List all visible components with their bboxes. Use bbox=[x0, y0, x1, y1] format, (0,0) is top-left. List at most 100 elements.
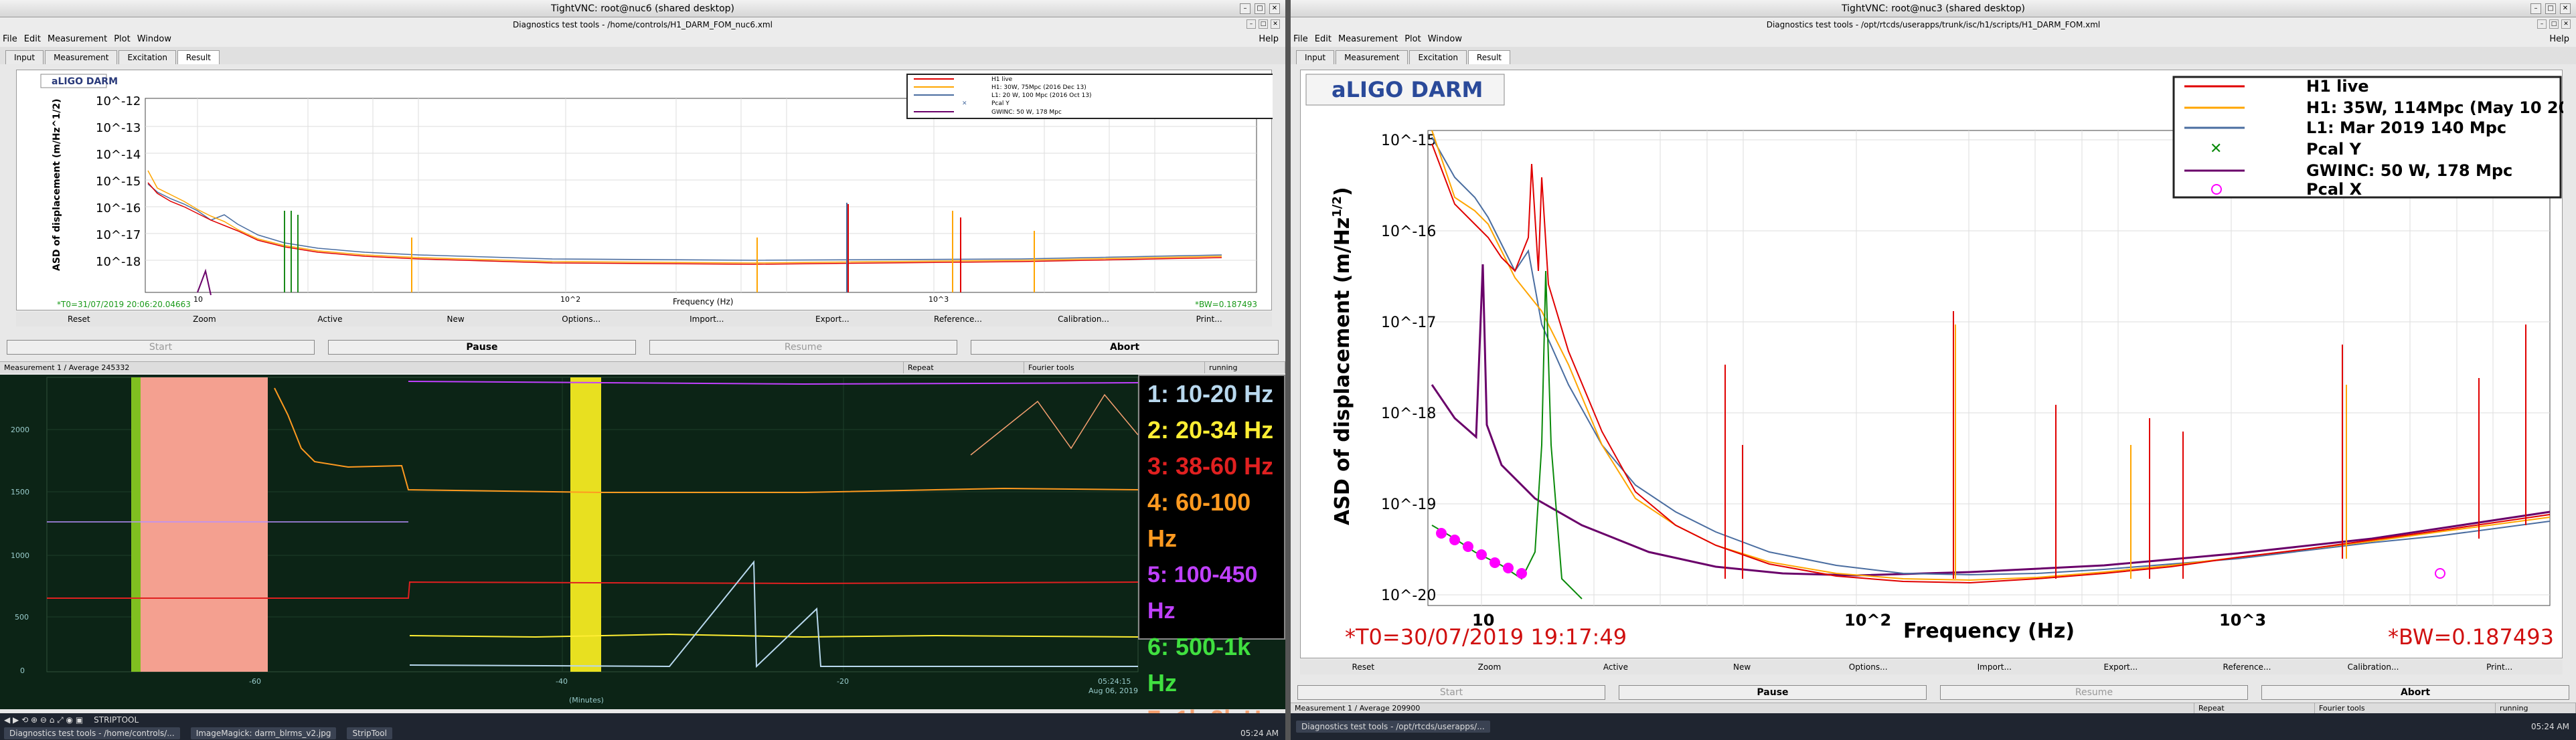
start-button[interactable]: Start bbox=[1297, 685, 1605, 700]
svg-text:✕: ✕ bbox=[962, 100, 967, 107]
axes-frame bbox=[145, 98, 1257, 293]
ytick-label: 10^-18 bbox=[96, 255, 141, 269]
right-asd-plot[interactable]: aLIGO DARM 10^-15 10^-16 10^-17 10^-18 1… bbox=[1300, 70, 2576, 658]
legend-h1-ref: H1: 30W, 75Mpc (2016 Dec 13) bbox=[991, 84, 1086, 91]
strip-xtick: -20 bbox=[837, 677, 849, 686]
close-icon[interactable]: ✕ bbox=[2560, 3, 2571, 14]
minimize-icon[interactable]: – bbox=[2537, 19, 2547, 29]
legend-pcal-y: Pcal Y bbox=[991, 100, 1010, 107]
menu-window[interactable]: Window bbox=[1428, 32, 1462, 47]
maximize-icon[interactable]: □ bbox=[1259, 19, 1268, 29]
strip-yticks: 2000 1500 1000 500 0 bbox=[11, 426, 29, 675]
right-vnc-title: TightVNC: root@nuc3 (shared desktop) bbox=[1841, 3, 2026, 14]
strip-date: Aug 06, 2019 bbox=[1089, 686, 1138, 695]
taskbar-item-diag[interactable]: Diagnostics test tools - /home/controls/… bbox=[4, 727, 180, 739]
new-button[interactable]: New bbox=[393, 312, 519, 327]
plot-badge: aLIGO DARM bbox=[52, 76, 118, 87]
menu-plot[interactable]: Plot bbox=[1404, 32, 1421, 47]
tab-result[interactable]: Result bbox=[1467, 50, 1510, 64]
print-button[interactable]: Print... bbox=[1146, 312, 1272, 327]
export-button[interactable]: Export... bbox=[2058, 660, 2184, 674]
right-plot-buttons: Reset Zoom Active New Options... Import.… bbox=[1300, 660, 2563, 674]
options-button[interactable]: Options... bbox=[518, 312, 644, 327]
minimize-icon[interactable]: – bbox=[2530, 3, 2541, 14]
reference-button[interactable]: Reference... bbox=[895, 312, 1021, 327]
maximize-icon[interactable]: □ bbox=[1255, 3, 1265, 14]
pause-button[interactable]: Pause bbox=[1619, 685, 1927, 700]
menu-file[interactable]: File bbox=[1293, 32, 1308, 47]
tab-input[interactable]: Input bbox=[1296, 50, 1335, 64]
xtick-label: 10^3 bbox=[2219, 611, 2266, 630]
tab-result[interactable]: Result bbox=[177, 50, 220, 64]
taskbar-item-striptool[interactable]: StripTool bbox=[347, 727, 392, 739]
strip-ytick: 1000 bbox=[11, 551, 29, 560]
export-button[interactable]: Export... bbox=[770, 312, 896, 327]
menu-edit[interactable]: Edit bbox=[1315, 32, 1332, 47]
tab-measurement[interactable]: Measurement bbox=[1336, 50, 1408, 64]
import-button[interactable]: Import... bbox=[1931, 660, 2058, 674]
right-app-titlebar: Diagnostics test tools - /opt/rtcds/user… bbox=[1291, 17, 2576, 32]
menu-help[interactable]: Help bbox=[2549, 32, 2569, 47]
zoom-button[interactable]: Zoom bbox=[1427, 660, 1553, 674]
taskbar-item-diag[interactable]: Diagnostics test tools - /opt/rtcds/user… bbox=[1296, 721, 1490, 733]
menu-plot[interactable]: Plot bbox=[114, 32, 131, 47]
close-icon[interactable]: ✕ bbox=[1271, 19, 1280, 29]
taskbar-item-imagemagick[interactable]: ImageMagick: darm_blrms_v2.jpg bbox=[190, 727, 337, 739]
maximize-icon[interactable]: □ bbox=[2549, 19, 2559, 29]
close-icon[interactable]: ✕ bbox=[1269, 3, 1280, 14]
status-fourier: Fourier tools bbox=[1024, 362, 1205, 373]
minimize-icon[interactable]: – bbox=[1240, 3, 1251, 14]
tab-measurement[interactable]: Measurement bbox=[45, 50, 118, 64]
calibration-button[interactable]: Calibration... bbox=[1021, 312, 1147, 327]
minimize-icon[interactable]: – bbox=[1246, 19, 1256, 29]
abort-button[interactable]: Abort bbox=[2261, 685, 2569, 700]
reference-button[interactable]: Reference... bbox=[2184, 660, 2310, 674]
left-xlabel: Frequency (Hz) bbox=[673, 297, 734, 306]
calibration-button[interactable]: Calibration... bbox=[2310, 660, 2437, 674]
left-asd-plot[interactable]: aLIGO DARM 10^-12 10^-13 10^-14 10^-15 1… bbox=[16, 70, 1275, 310]
menu-window[interactable]: Window bbox=[137, 32, 171, 47]
close-icon[interactable]: ✕ bbox=[2561, 19, 2571, 29]
right-taskbar: Diagnostics test tools - /opt/rtcds/user… bbox=[1291, 713, 2576, 740]
menu-measurement[interactable]: Measurement bbox=[1338, 32, 1398, 47]
new-button[interactable]: New bbox=[1679, 660, 1805, 674]
abort-button[interactable]: Abort bbox=[971, 340, 1279, 355]
pause-button[interactable]: Pause bbox=[328, 340, 636, 355]
resume-button[interactable]: Resume bbox=[1940, 685, 2248, 700]
axes-frame bbox=[1427, 130, 2551, 606]
active-button[interactable]: Active bbox=[1552, 660, 1679, 674]
zoom-button[interactable]: Zoom bbox=[142, 312, 268, 327]
menu-measurement[interactable]: Measurement bbox=[48, 32, 107, 47]
striptool-plot[interactable]: 2000 1500 1000 500 0 -60 -40 -20 (Minute… bbox=[0, 375, 1285, 709]
taskbar-row: Diagnostics test tools - /home/controls/… bbox=[0, 727, 1285, 740]
strip-nav-icons[interactable]: ◀ ▶ ⟲ ⊕ ⊖ ⌂ ⤢ ◉ ▣ bbox=[4, 715, 83, 725]
status-repeat: Repeat bbox=[2194, 703, 2315, 713]
active-button[interactable]: Active bbox=[267, 312, 393, 327]
tab-excitation[interactable]: Excitation bbox=[118, 50, 176, 64]
print-button[interactable]: Print... bbox=[2436, 660, 2563, 674]
tab-input[interactable]: Input bbox=[5, 50, 44, 64]
strip-band-yellow bbox=[570, 377, 601, 672]
options-button[interactable]: Options... bbox=[1805, 660, 1931, 674]
ytick-label: 10^-20 bbox=[1381, 587, 1436, 604]
menu-help[interactable]: Help bbox=[1259, 32, 1279, 47]
reset-button[interactable]: Reset bbox=[16, 312, 142, 327]
strip-xtick: -60 bbox=[249, 677, 261, 686]
menu-file[interactable]: File bbox=[3, 32, 17, 47]
left-app-title: Diagnostics test tools - /home/controls/… bbox=[513, 20, 773, 29]
status-repeat: Repeat bbox=[904, 362, 1024, 373]
right-run-controls: Start Pause Resume Abort bbox=[1291, 685, 2576, 700]
maximize-icon[interactable]: □ bbox=[2545, 3, 2556, 14]
menu-edit[interactable]: Edit bbox=[24, 32, 41, 47]
ytick-label: 10^-16 bbox=[1381, 223, 1436, 240]
right-bw: *BW=0.187493 bbox=[2388, 624, 2554, 650]
tab-excitation[interactable]: Excitation bbox=[1409, 50, 1467, 64]
start-button[interactable]: Start bbox=[7, 340, 315, 355]
band-label: 6: 500-1k Hz bbox=[1147, 633, 1251, 697]
legend-gwinc: GWINC: 50 W, 178 Mpc bbox=[2306, 161, 2512, 180]
ytick-label: 10^-18 bbox=[1381, 405, 1436, 422]
band-legend: 1: 10-20 Hz 2: 20-34 Hz 3: 38-60 Hz 4: 6… bbox=[1138, 375, 1285, 733]
reset-button[interactable]: Reset bbox=[1300, 660, 1427, 674]
resume-button[interactable]: Resume bbox=[649, 340, 957, 355]
import-button[interactable]: Import... bbox=[644, 312, 770, 327]
